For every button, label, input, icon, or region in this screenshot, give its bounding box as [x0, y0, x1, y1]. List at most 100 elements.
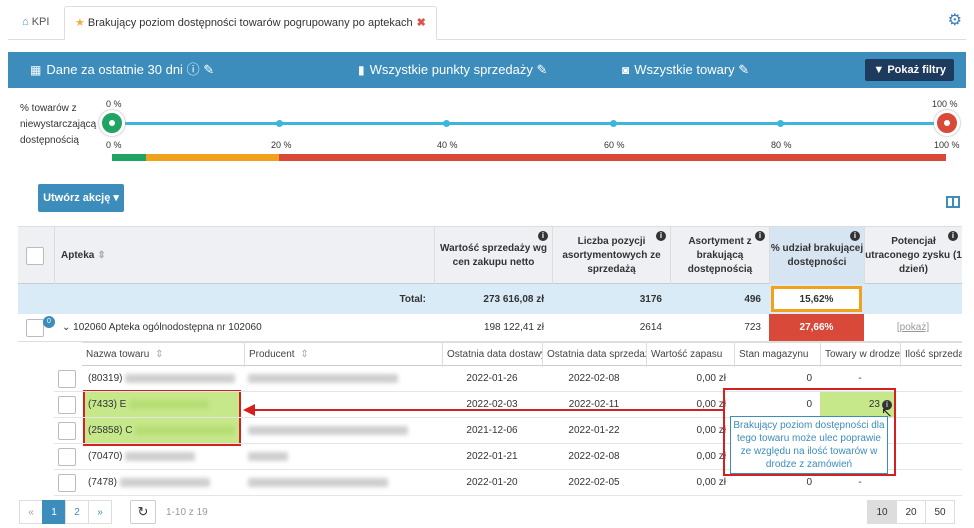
slider-max-handle[interactable] — [934, 110, 960, 136]
group-sales: 198 122,41 zł — [483, 322, 544, 333]
total-assortment: 496 — [744, 293, 761, 305]
info-icon: i — [656, 231, 666, 241]
group-assortment: 723 — [744, 322, 761, 333]
row-checkbox[interactable]: 0 — [26, 316, 55, 337]
tab-bar: ⌂ KPI ★ Brakujący poziom dostępności tow… — [8, 0, 966, 40]
cursor-icon: ↖ — [881, 404, 893, 420]
star-icon: ★ — [75, 17, 88, 29]
slider-label: % towarów z niewystarczającą dostępności… — [20, 103, 97, 146]
col-sold-qty-label: Ilość sprzedan — [905, 349, 962, 360]
table-header: Apteka ⇕ Wartość sprzedaży wg cen zakupu … — [18, 226, 962, 285]
create-action-button[interactable]: Utwórz akcję ▾ — [38, 184, 124, 212]
row-checkbox[interactable] — [58, 370, 76, 388]
product-id: (80319) — [88, 373, 123, 384]
col-producer[interactable]: Producent ⇕ — [244, 343, 442, 367]
refresh-icon[interactable]: ↻ — [130, 500, 156, 524]
col-assortment-label: Asortyment z brakującą dostępnością — [687, 236, 753, 275]
chevron-down-icon[interactable]: ⌄ — [62, 322, 70, 333]
col-in-transit[interactable]: Towary w drodze — [820, 343, 900, 367]
info-icon: i — [755, 231, 765, 241]
stock-value: 0,00 zł — [696, 399, 726, 410]
last-delivery: 2022-01-26 — [466, 373, 518, 384]
home-icon: ⌂ — [22, 16, 32, 28]
total-label: Total: — [399, 293, 426, 305]
slider-tick — [443, 120, 450, 127]
col-last-sale[interactable]: Ostatnia data sprzedaży — [542, 343, 646, 367]
sort-icon: ⇕ — [97, 250, 106, 261]
col-pharmacy[interactable]: Apteka ⇕ — [54, 227, 452, 285]
tab-kpi-label: KPI — [31, 16, 50, 28]
prev-page-button[interactable]: « — [19, 500, 43, 524]
last-sale: 2022-02-08 — [568, 373, 620, 384]
building-icon: ▮ — [358, 63, 365, 77]
page-size-50[interactable]: 50 — [925, 500, 955, 524]
col-last-sale-label: Ostatnia data sprzedaży — [547, 349, 646, 360]
slider-track[interactable] — [112, 122, 946, 125]
row-checkbox[interactable] — [58, 448, 76, 466]
select-all-checkbox[interactable] — [26, 247, 44, 265]
tab-kpi[interactable]: ⌂ KPI — [12, 6, 59, 40]
show-filters-label: Pokaż filtry — [887, 64, 946, 76]
blurred-text — [125, 374, 236, 383]
page-size-10[interactable]: 10 — [867, 500, 897, 524]
product-id: (25858) C — [88, 425, 133, 436]
blurred-text — [119, 478, 210, 487]
blurred-text — [248, 426, 408, 435]
edit-icon[interactable]: ✎ — [203, 62, 214, 77]
col-sold-qty[interactable]: Ilość sprzedan — [900, 343, 962, 367]
col-stock-value-label: Wartość zapasu — [651, 349, 723, 360]
row-checkbox[interactable] — [58, 422, 76, 440]
page-size-20[interactable]: 20 — [896, 500, 926, 524]
tick-label: 20 % — [271, 140, 292, 150]
columns-icon[interactable] — [946, 196, 960, 208]
row-checkbox[interactable] — [58, 396, 76, 414]
col-share[interactable]: % udział brakującej dostępności i — [769, 227, 864, 285]
show-filters-button[interactable]: ▼ Pokaż filtry — [865, 59, 954, 81]
info-icon: ⓘ — [186, 62, 200, 77]
slider-tick — [610, 120, 617, 127]
blurred-text — [248, 452, 288, 461]
settings-gears-icon[interactable]: ⚙ — [948, 10, 962, 30]
col-product-name[interactable]: Nazwa towaru ⇕ — [82, 343, 244, 367]
annotation-arrow — [254, 409, 724, 411]
slider-min-handle[interactable] — [99, 110, 125, 136]
close-icon[interactable]: ✖ — [417, 17, 426, 29]
next-page-button[interactable]: » — [88, 500, 112, 524]
col-producer-label: Producent — [249, 349, 295, 360]
col-last-delivery[interactable]: Ostatnia data dostawy — [442, 343, 542, 367]
product-name: (70470) — [88, 444, 248, 469]
col-stock[interactable]: Stan magazynu — [734, 343, 820, 367]
col-positions[interactable]: Liczba pozycji asortymentowych ze sprzed… — [552, 227, 670, 285]
group-positions: 2614 — [639, 322, 662, 333]
edit-icon[interactable]: ✎ — [738, 62, 749, 77]
page-1-button[interactable]: 1 — [42, 500, 66, 524]
points-filter[interactable]: ▮ Wszystkie punkty sprzedaży ✎ — [358, 52, 547, 88]
show-potential-link[interactable]: [pokaż] — [864, 314, 962, 341]
producer — [248, 470, 438, 495]
edit-icon[interactable]: ✎ — [537, 62, 548, 77]
product-name: (7433) E — [88, 392, 248, 417]
page-2-button[interactable]: 2 — [65, 500, 89, 524]
col-sales[interactable]: Wartość sprzedaży wg cen zakupu netto i — [434, 227, 552, 285]
total-share: 15,62% — [771, 286, 862, 312]
tab-report[interactable]: ★ Brakujący poziom dostępności towarów p… — [64, 6, 437, 40]
pharmacy-group-row[interactable]: 0 ⌄ 102060 Apteka ogólnodostępna nr 1020… — [18, 314, 962, 342]
col-assortment[interactable]: Asortyment z brakującą dostępnością i — [670, 227, 769, 285]
date-filter[interactable]: ▦ Dane za ostatnie 30 dni ⓘ ✎ — [30, 52, 214, 88]
tab-report-label: Brakujący poziom dostępności towarów pog… — [87, 17, 413, 29]
info-icon: i — [948, 231, 958, 241]
blurred-text — [129, 400, 210, 409]
info-icon: i — [538, 231, 548, 241]
col-product-name-label: Nazwa towaru — [86, 349, 150, 360]
last-delivery: 2022-02-03 — [466, 399, 518, 410]
blurred-text — [248, 374, 398, 383]
stock-value: 0,00 zł — [696, 373, 726, 384]
pagination: « 1 2 » — [19, 500, 112, 524]
products-filter-label: Wszystkie towary — [634, 62, 735, 77]
col-potential[interactable]: Potencjał utraconego zysku (1 dzień) i — [864, 227, 962, 285]
products-filter[interactable]: ◙ Wszystkie towary ✎ — [622, 52, 749, 88]
col-stock-value[interactable]: Wartość zapasu — [646, 343, 734, 367]
row-checkbox[interactable] — [58, 474, 76, 492]
product-name: (25858) C — [88, 418, 248, 443]
camera-icon: ◙ — [622, 63, 630, 77]
